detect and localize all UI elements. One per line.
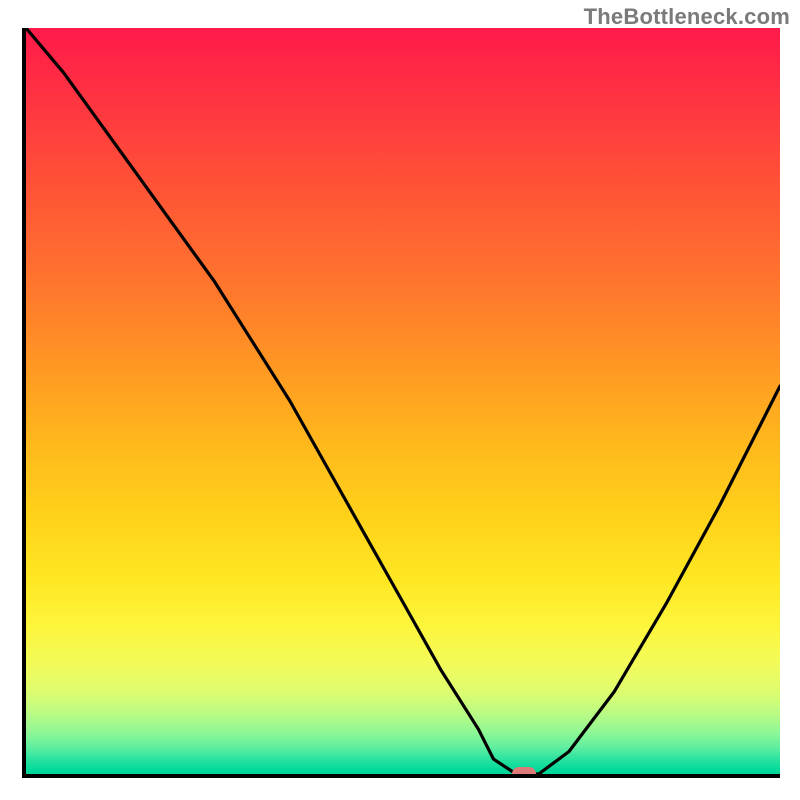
chart-frame: TheBottleneck.com [0,0,800,800]
optimal-point-marker [512,767,536,778]
watermark-text: TheBottleneck.com [584,4,790,30]
plot-area [22,28,780,778]
bottleneck-curve [26,28,780,774]
